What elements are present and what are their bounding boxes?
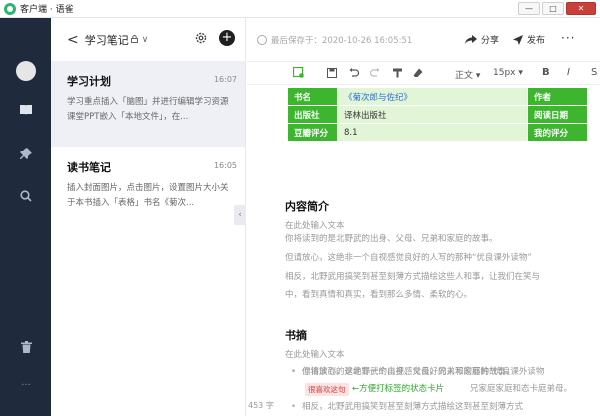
share-icon [465, 34, 477, 44]
gear-icon[interactable] [194, 31, 208, 45]
send-icon [513, 34, 523, 45]
paragraph-fragment: 兄家庭家庭和态卡庭弟母。 [470, 384, 573, 394]
table-row: 书名 《菊次郎与佐纪》 作者 [287, 87, 588, 106]
paragraph-line: 相反，北野武用搞笑到甚至刻薄方式描绘这些人和事，让我们在笑与 [285, 272, 541, 282]
add-note-button[interactable]: + [219, 30, 235, 46]
font-size-select[interactable]: 15px ▾ [493, 68, 523, 78]
maximize-button[interactable]: □ [542, 2, 564, 15]
table-cell[interactable]: 译林出版社 [337, 105, 528, 124]
table-cell[interactable]: 我的评分 [527, 123, 588, 142]
redo-icon[interactable] [369, 68, 380, 81]
note-list-item[interactable]: 学习计划 16:07 学习重点插入「脑图」并进行编辑学习资源课堂PPT嵌入「本地… [51, 61, 245, 147]
placeholder-text: 在此处输入文本 [285, 350, 345, 360]
text-style-select[interactable]: 正文 ▾ [455, 68, 480, 81]
publish-button[interactable]: 发布 [513, 33, 545, 46]
text-style-value: 正文 [455, 71, 474, 81]
save-icon[interactable] [327, 68, 337, 81]
eraser-icon[interactable] [413, 68, 423, 81]
note-time: 16:05 [213, 161, 237, 170]
word-count: 453 字 [248, 401, 274, 410]
undo-icon[interactable] [349, 68, 360, 81]
section-heading: 书摘 [285, 329, 307, 342]
window-title: 客户端 · 语雀 [20, 5, 74, 15]
table-row: 豆瓣评分 8.1 我的评分 [287, 123, 588, 142]
insert-icon[interactable] [292, 66, 304, 81]
italic-button[interactable]: I [567, 67, 570, 78]
editor-header: 最后保存于：2020-10-26 16:05:51 分享 发布 ··· [247, 18, 600, 61]
collapse-list-toggle[interactable]: ‹ [234, 205, 246, 225]
paragraph-line: 你将读到的是北野武的出身、父母、兄弟和家庭的故事。 [285, 234, 498, 244]
window-titlebar: 客户端 · 语雀 — □ ✕ [0, 0, 600, 18]
search-icon[interactable] [15, 185, 37, 207]
note-list-item[interactable]: 读书笔记 16:05 插入封面图片，点击图片，设置图片大小关于本书插入「表格」书… [51, 147, 245, 221]
share-label: 分享 [481, 36, 500, 46]
note-title: 读书笔记 [67, 161, 111, 174]
minimize-button[interactable]: — [518, 2, 540, 15]
section-heading: 内容简介 [285, 200, 329, 213]
list-item: 但请放心，这绝非一个自视感觉良好的人写的那种“优良课外读物 [291, 365, 544, 377]
trash-icon[interactable] [15, 336, 37, 358]
format-toolbar: 正文 ▾ 15px ▾ B I S [247, 61, 600, 85]
font-size-value: 15px [493, 68, 516, 78]
app-logo-icon [4, 2, 16, 15]
save-status: 最后保存于：2020-10-26 16:05:51 [271, 35, 413, 46]
status-tag[interactable]: 很喜欢这句 [305, 383, 349, 396]
table-cell[interactable]: 阅读日期 [527, 105, 588, 124]
strike-button[interactable]: S [591, 67, 597, 78]
note-time: 16:07 [213, 75, 237, 84]
table-cell[interactable]: 书名 [287, 87, 338, 106]
pin-icon[interactable] [15, 143, 37, 165]
editor-panel: 最后保存于：2020-10-26 16:05:51 分享 发布 ··· 正文 ▾… [247, 18, 600, 416]
note-snippet: 插入封面图片，点击图片，设置图片大小关于本书插入「表格」书名《菊次... [67, 183, 229, 208]
table-row: 出版社 译林出版社 阅读日期 [287, 105, 588, 124]
publish-label: 发布 [527, 36, 546, 46]
bold-button[interactable]: B [542, 67, 550, 78]
close-button[interactable]: ✕ [566, 2, 596, 15]
more-icon[interactable]: ··· [15, 374, 37, 396]
share-button[interactable]: 分享 [465, 33, 499, 46]
table-cell[interactable]: 豆瓣评分 [287, 123, 338, 142]
book-info-table[interactable]: 书名 《菊次郎与佐纪》 作者 出版社 译林出版社 阅读日期 豆瓣评分 8.1 我… [287, 87, 588, 142]
note-snippet: 学习重点插入「脑图」并进行编辑学习资源课堂PPT嵌入「本地文件」，在... [67, 97, 229, 122]
annotation-text: ←方便打标签的状态卡片 [352, 384, 445, 394]
table-cell[interactable]: 出版社 [287, 105, 338, 124]
notebook-header: < 学习笔记 ∨ + [51, 18, 245, 61]
chevron-down-icon[interactable]: ∨ [142, 35, 149, 45]
table-cell[interactable]: 作者 [527, 87, 588, 106]
book-icon[interactable] [15, 99, 37, 121]
avatar[interactable] [16, 61, 36, 81]
clock-icon [257, 34, 267, 45]
table-cell[interactable]: 8.1 [337, 123, 528, 142]
note-title: 学习计划 [67, 75, 111, 88]
lock-icon [130, 34, 138, 45]
format-painter-icon[interactable] [393, 68, 403, 81]
back-button[interactable]: < [67, 32, 79, 48]
notebook-title[interactable]: 学习笔记 [85, 32, 129, 48]
app-sidebar: ··· [0, 18, 51, 416]
table-cell[interactable]: 《菊次郎与佐纪》 [337, 87, 528, 106]
window-controls: — □ ✕ [516, 2, 596, 15]
paragraph-line: 中，看到真情和真实，看到那么多情、柔软的心。 [285, 290, 473, 300]
more-options-button[interactable]: ··· [561, 31, 575, 45]
note-list-panel: < 学习笔记 ∨ + 学习计划 16:07 学习重点插入「脑图」并进行编辑学习资… [51, 18, 246, 416]
paragraph-line: 但请放心，这绝非一个自视感觉良好的人写的那种“优良课外读物” [285, 253, 532, 263]
list-item: 相反，北野武用搞笑到甚至刻薄方式描绘这到甚至刻薄方式 [291, 400, 523, 412]
